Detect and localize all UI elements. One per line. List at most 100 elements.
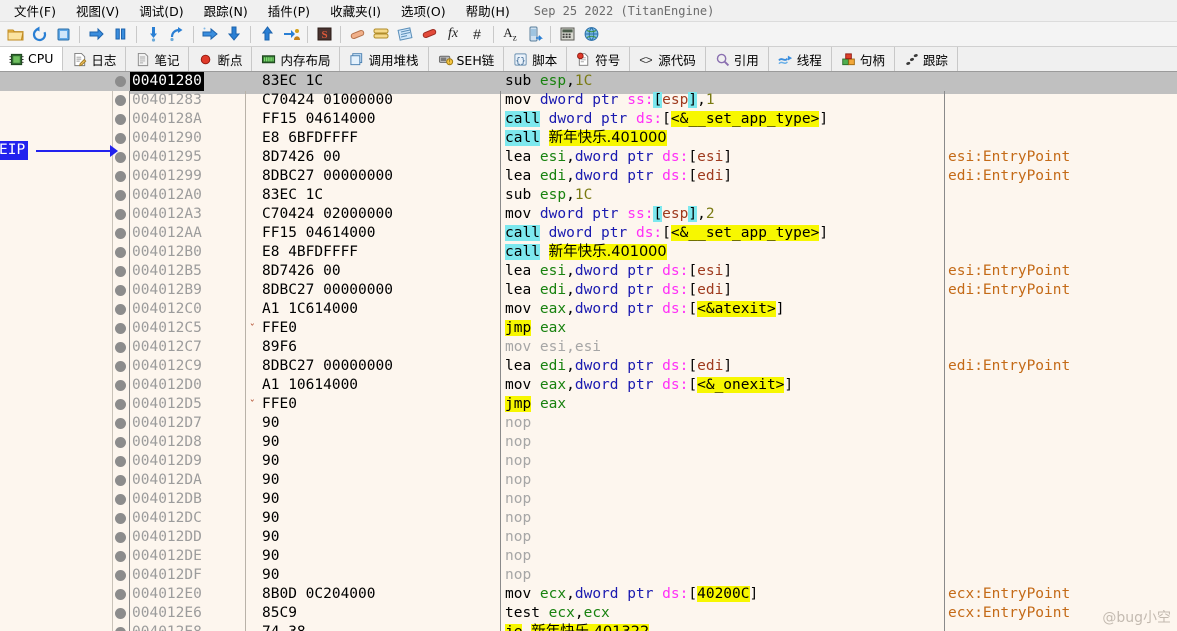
disassembly-view[interactable]: 00401280 83EC 1C sub esp,1C 00401283 C70424 … <box>0 72 1177 631</box>
tab-log[interactable]: 日志 <box>63 47 127 71</box>
breakpoint-dot-icon[interactable] <box>115 76 126 87</box>
disassembly-row[interactable]: 004012DD 90 nop <box>0 528 1177 547</box>
breakpoint-dot-icon[interactable] <box>115 380 126 391</box>
disassembly-row[interactable]: 004012B0 E8 4BFDFFFF call 新年快乐.401000 <box>0 243 1177 262</box>
breakpoint-dot-icon[interactable] <box>115 475 126 486</box>
disassembly-row[interactable]: 00401299 8DBC27 00000000 lea edi,dword ptr… <box>0 167 1177 186</box>
breakpoint-dot-icon[interactable] <box>115 456 126 467</box>
tab-script[interactable]: {} 脚本 <box>504 47 568 71</box>
breakpoint-dot-icon[interactable] <box>115 532 126 543</box>
breakpoint-gutter[interactable] <box>113 528 130 547</box>
disassembly-row[interactable]: 004012C0 A1 1C614000 mov eax,dword ptr ds:… <box>0 300 1177 319</box>
breakpoint-gutter[interactable] <box>113 205 130 224</box>
breakpoint-gutter[interactable] <box>113 319 130 338</box>
restart-icon[interactable] <box>28 24 50 45</box>
breakpoint-gutter[interactable] <box>113 395 130 414</box>
breakpoint-dot-icon[interactable] <box>115 513 126 524</box>
breakpoint-gutter[interactable] <box>113 357 130 376</box>
disassembly-row[interactable]: 00401290 E8 6BFDFFFF call 新年快乐.401000 <box>0 129 1177 148</box>
disassembly-row[interactable]: 004012C9 8DBC27 00000000 lea edi,dword ptr… <box>0 357 1177 376</box>
disassembly-row[interactable]: 004012D7 90 nop <box>0 414 1177 433</box>
open-file-icon[interactable] <box>4 24 26 45</box>
breakpoint-dot-icon[interactable] <box>115 95 126 106</box>
disassembly-row[interactable]: 004012D9 90 nop <box>0 452 1177 471</box>
breakpoint-gutter[interactable] <box>113 91 130 110</box>
hash-icon[interactable]: # <box>466 24 488 45</box>
breakpoint-gutter[interactable] <box>113 585 130 604</box>
breakpoint-gutter[interactable] <box>113 281 130 300</box>
breakpoint-dot-icon[interactable] <box>115 190 126 201</box>
menu-view[interactable]: 视图(V) <box>66 0 129 22</box>
breakpoint-dot-icon[interactable] <box>115 437 126 448</box>
breakpoint-gutter[interactable] <box>113 72 130 91</box>
breakpoint-gutter[interactable] <box>113 604 130 623</box>
disassembly-row[interactable]: 004012DA 90 nop <box>0 471 1177 490</box>
breakpoint-dot-icon[interactable] <box>115 209 126 220</box>
disassembly-row[interactable]: 004012AA FF15 04614000 call dword ptr ds:[… <box>0 224 1177 243</box>
breakpoints-icon[interactable] <box>418 24 440 45</box>
stop-icon[interactable] <box>52 24 74 45</box>
breakpoint-gutter[interactable] <box>113 224 130 243</box>
notes-icon[interactable] <box>394 24 416 45</box>
breakpoint-dot-icon[interactable] <box>115 342 126 353</box>
tab-symbols[interactable]: 符号 <box>567 47 631 71</box>
log-icon[interactable] <box>370 24 392 45</box>
tab-cpu[interactable]: CPU <box>0 47 64 71</box>
disassembly-row[interactable]: 004012D0 A1 10614000 mov eax,dword ptr ds:… <box>0 376 1177 395</box>
font-icon[interactable]: Az <box>499 24 521 45</box>
breakpoint-dot-icon[interactable] <box>115 247 126 258</box>
calculator-icon[interactable] <box>556 24 578 45</box>
step-into-icon[interactable] <box>142 24 164 45</box>
disassembly-row[interactable]: 0040128A FF15 04614000 call dword ptr ds:[… <box>0 110 1177 129</box>
disassembly-row[interactable]: 004012DB 90 nop <box>0 490 1177 509</box>
breakpoint-gutter[interactable] <box>113 262 130 281</box>
breakpoint-gutter[interactable] <box>113 338 130 357</box>
breakpoint-dot-icon[interactable] <box>115 323 126 334</box>
disassembly-row[interactable]: 004012E6 85C9 test ecx,ecx ecx:EntryPoint <box>0 604 1177 623</box>
disassembly-row[interactable]: 004012E0 8B0D 0C204000 mov ecx,dword ptr d… <box>0 585 1177 604</box>
breakpoint-dot-icon[interactable] <box>115 589 126 600</box>
breakpoint-dot-icon[interactable] <box>115 285 126 296</box>
breakpoint-gutter[interactable] <box>113 471 130 490</box>
breakpoint-dot-icon[interactable] <box>115 494 126 505</box>
breakpoint-gutter[interactable] <box>113 566 130 585</box>
breakpoint-gutter[interactable] <box>113 433 130 452</box>
attach-icon[interactable] <box>523 24 545 45</box>
patches-icon[interactable] <box>346 24 368 45</box>
breakpoint-gutter[interactable] <box>113 243 130 262</box>
disassembly-row[interactable]: 004012DF 90 nop <box>0 566 1177 585</box>
disassembly-row[interactable]: 004012DE 90 nop <box>0 547 1177 566</box>
menu-file[interactable]: 文件(F) <box>4 0 66 22</box>
browser-icon[interactable] <box>580 24 602 45</box>
tab-breakpoints[interactable]: 断点 <box>189 47 253 71</box>
tab-threads[interactable]: 线程 <box>768 47 832 71</box>
tab-seh[interactable]: ! SEH链 <box>428 47 505 71</box>
tab-references[interactable]: 引用 <box>705 47 769 71</box>
breakpoint-gutter[interactable] <box>113 300 130 319</box>
menu-help[interactable]: 帮助(H) <box>456 0 520 22</box>
run-to-user-code-icon[interactable] <box>280 24 302 45</box>
tab-source[interactable]: <> 源代码 <box>630 47 706 71</box>
step-over-icon[interactable] <box>166 24 188 45</box>
pause-icon[interactable] <box>109 24 131 45</box>
disassembly-row[interactable]: 004012A3 C70424 02000000 mov dword ptr ss:… <box>0 205 1177 224</box>
breakpoint-dot-icon[interactable] <box>115 570 126 581</box>
menu-debug[interactable]: 调试(D) <box>129 0 193 22</box>
trace-over-icon[interactable] <box>223 24 245 45</box>
menu-options[interactable]: 选项(O) <box>391 0 456 22</box>
disassembly-row[interactable]: 004012C5 ˇ FFE0 jmp eax <box>0 319 1177 338</box>
breakpoint-gutter[interactable] <box>113 414 130 433</box>
trace-into-icon[interactable] <box>199 24 221 45</box>
breakpoint-dot-icon[interactable] <box>115 627 126 631</box>
disassembly-row[interactable]: 00401283 C70424 01000000 mov dword ptr ss:… <box>0 91 1177 110</box>
menu-favourites[interactable]: 收藏夹(I) <box>320 0 391 22</box>
disassembly-row[interactable]: 00401280 83EC 1C sub esp,1C <box>0 72 1177 91</box>
disassembly-row[interactable]: 004012B9 8DBC27 00000000 lea edi,dword ptr… <box>0 281 1177 300</box>
breakpoint-dot-icon[interactable] <box>115 418 126 429</box>
disassembly-row[interactable]: 004012D5 ˇ FFE0 jmp eax <box>0 395 1177 414</box>
breakpoint-gutter[interactable] <box>113 509 130 528</box>
breakpoint-gutter[interactable] <box>113 110 130 129</box>
menu-plugins[interactable]: 插件(P) <box>258 0 320 22</box>
tab-call-stack[interactable]: 调用堆栈 <box>340 47 429 71</box>
disassembly-row[interactable]: 004012C7 89F6 mov esi,esi <box>0 338 1177 357</box>
